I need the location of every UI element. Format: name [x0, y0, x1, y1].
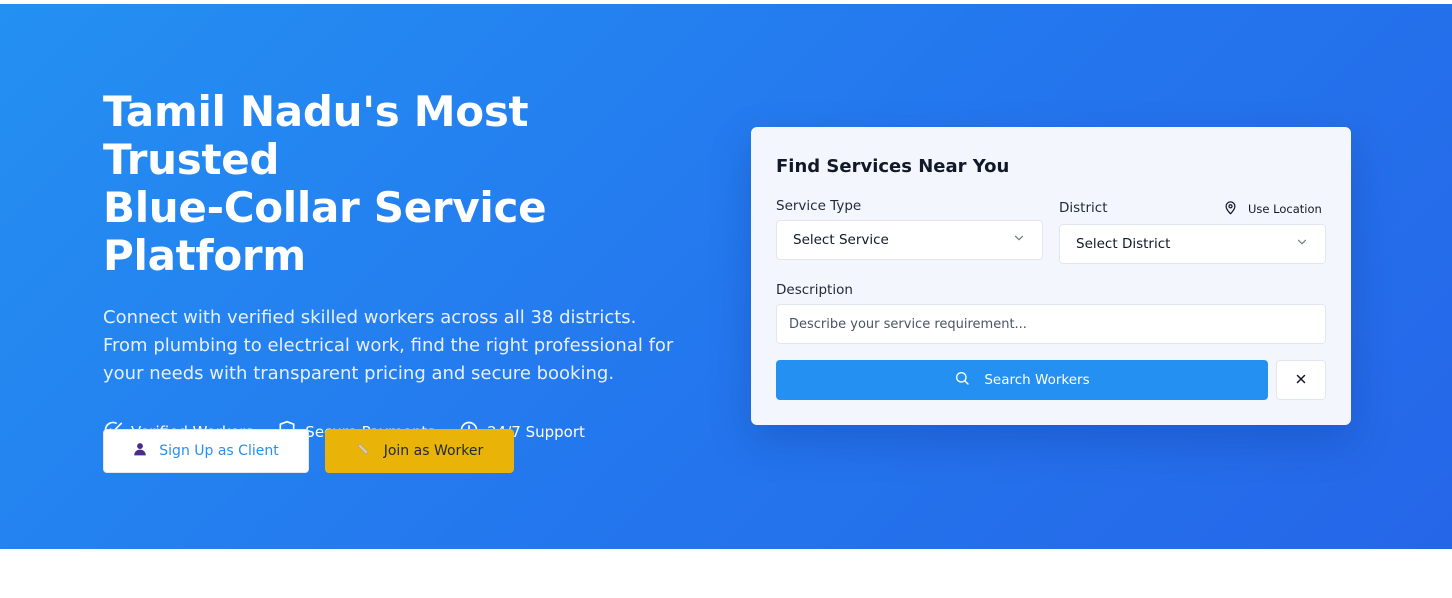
district-select[interactable]: Select District [1059, 224, 1326, 264]
search-icon [954, 370, 970, 390]
close-icon [1294, 371, 1308, 390]
hero-title-line-2: Blue-Collar Service [103, 183, 547, 232]
service-type-value: Select Service [793, 232, 889, 248]
description-input[interactable] [776, 304, 1326, 344]
hero-left: Tamil Nadu's Most Trusted Blue-Collar Se… [103, 88, 703, 473]
sign-up-client-label: Sign Up as Client [159, 443, 279, 459]
search-card: Find Services Near You Service Type Sele… [751, 127, 1351, 425]
clear-button[interactable] [1276, 360, 1326, 400]
use-location-button[interactable]: Use Location [1223, 200, 1322, 218]
user-icon [133, 442, 147, 460]
join-worker-button[interactable]: Join as Worker [325, 429, 514, 473]
hero-title-line-1: Tamil Nadu's Most Trusted [103, 87, 529, 184]
join-worker-label: Join as Worker [383, 443, 484, 459]
description-label: Description [776, 282, 853, 298]
hero-section: Tamil Nadu's Most Trusted Blue-Collar Se… [0, 4, 1452, 549]
service-type-label: Service Type [776, 198, 862, 214]
wrench-icon [356, 442, 370, 460]
use-location-label: Use Location [1248, 202, 1322, 216]
district-label: District [1059, 200, 1108, 216]
district-value: Select District [1076, 236, 1171, 252]
chevron-down-icon [1295, 235, 1309, 253]
hero-title: Tamil Nadu's Most Trusted Blue-Collar Se… [103, 88, 703, 280]
service-type-select[interactable]: Select Service [776, 220, 1043, 260]
chevron-down-icon [1012, 231, 1026, 249]
cta-group: Sign Up as Client Join as Worker [103, 429, 514, 473]
search-workers-label: Search Workers [984, 372, 1090, 388]
search-workers-button[interactable]: Search Workers [776, 360, 1268, 400]
sign-up-client-button[interactable]: Sign Up as Client [103, 429, 309, 473]
hero-subtitle: Connect with verified skilled workers ac… [103, 307, 674, 384]
map-pin-icon [1223, 200, 1238, 218]
search-card-title: Find Services Near You [776, 156, 1010, 177]
hero-title-line-3: Platform [103, 231, 306, 280]
